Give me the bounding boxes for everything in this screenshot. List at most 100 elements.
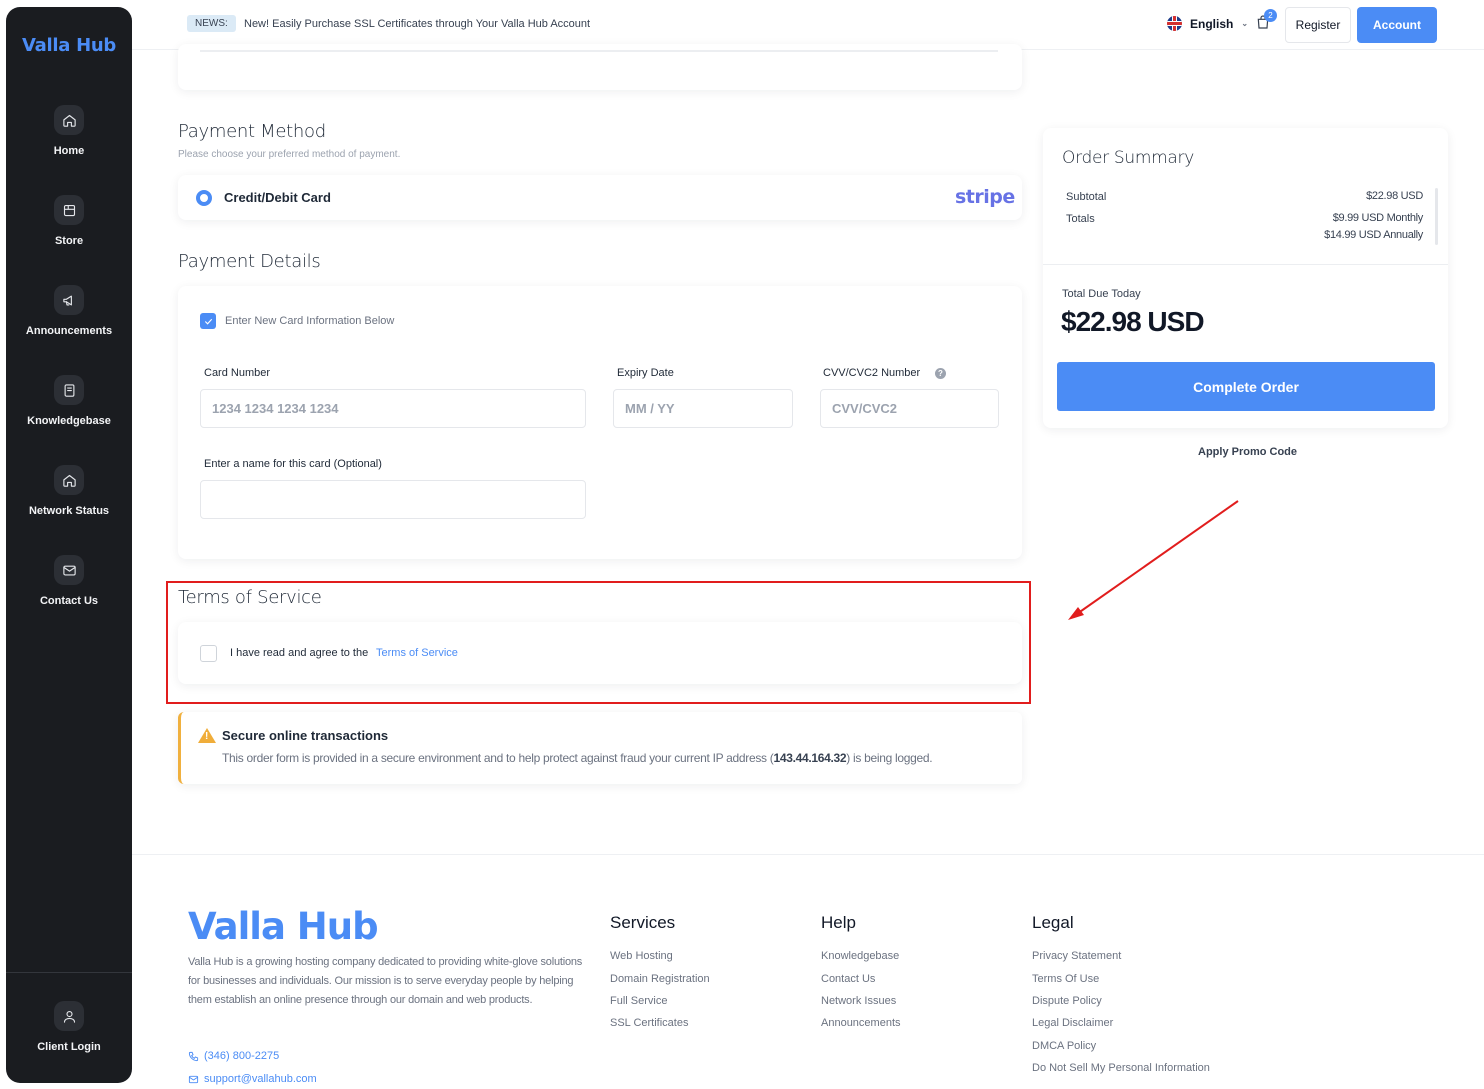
question-mark-icon[interactable]: ? xyxy=(935,368,946,379)
totals-annually-value: $14.99 USD Annually xyxy=(1324,229,1423,241)
secure-text-before: This order form is provided in a secure … xyxy=(222,751,774,765)
cart-button[interactable]: 2 xyxy=(1255,9,1277,34)
warning-icon: ! xyxy=(198,728,216,743)
payment-method-subtitle: Please choose your preferred method of p… xyxy=(178,149,401,160)
secure-text-after: ) is being logged. xyxy=(846,751,933,765)
footer-divider xyxy=(132,854,1484,855)
sidebar-brand-logo[interactable]: Valla Hub xyxy=(6,35,132,56)
footer-description: Valla Hub is a growing hosting company d… xyxy=(188,956,583,1006)
sidebar-item-label: Store xyxy=(54,235,84,247)
payment-option-label: Credit/Debit Card xyxy=(224,190,331,205)
footer-link-web-hosting[interactable]: Web Hosting xyxy=(610,950,673,962)
top-bar: NEWS: New! Easily Purchase SSL Certifica… xyxy=(132,0,1484,50)
chevron-down-icon: ⌄ xyxy=(1241,19,1249,28)
footer-link-legal-disclaimer[interactable]: Legal Disclaimer xyxy=(1032,1017,1113,1029)
language-selector[interactable]: English ⌄ xyxy=(1167,16,1248,31)
secure-title: Secure online transactions xyxy=(222,728,389,743)
highlight-box-annotation xyxy=(166,581,1031,704)
ip-address: 143.44.164.32 xyxy=(773,751,847,765)
cart-count-badge: 2 xyxy=(1264,9,1277,22)
footer-link-knowledgebase[interactable]: Knowledgebase xyxy=(821,950,899,962)
footer-phone-link[interactable]: (346) 800-2275 xyxy=(188,1050,279,1062)
footer-help-title: Help xyxy=(821,913,856,932)
footer-link-contact-us[interactable]: Contact Us xyxy=(821,973,875,985)
sidebar-item-announcements[interactable]: Announcements xyxy=(6,285,132,337)
sidebar-item-knowledgebase[interactable]: Knowledgebase xyxy=(6,375,132,427)
payment-option-card[interactable]: Credit/Debit Card stripe xyxy=(178,175,1022,220)
new-card-checkbox[interactable] xyxy=(200,313,216,329)
sidebar-item-label: Client Login xyxy=(37,1041,101,1053)
secure-transactions-notice: ! Secure online transactions This order … xyxy=(178,712,1022,784)
total-due-value: $22.98 USD xyxy=(1061,306,1205,337)
previous-section-card xyxy=(178,44,1022,90)
expiry-date-label: Expiry Date xyxy=(617,367,674,379)
apply-promo-code-link[interactable]: Apply Promo Code xyxy=(1198,446,1297,458)
stripe-logo: stripe xyxy=(955,186,1015,208)
card-number-input[interactable]: 1234 1234 1234 1234 xyxy=(200,389,586,428)
footer-link-network-issues[interactable]: Network Issues xyxy=(821,995,896,1007)
sidebar-item-label: Knowledgebase xyxy=(27,415,111,427)
home-icon xyxy=(54,465,84,495)
envelope-icon xyxy=(188,1075,199,1083)
subtotal-label: Subtotal xyxy=(1066,191,1107,203)
card-name-label: Enter a name for this card (Optional) xyxy=(204,458,382,470)
footer-link-terms-of-use[interactable]: Terms Of Use xyxy=(1032,973,1099,985)
sidebar-item-label: Announcements xyxy=(25,325,113,337)
card-number-label: Card Number xyxy=(204,367,271,379)
totals-monthly-value: $9.99 USD Monthly xyxy=(1332,212,1424,224)
footer-link-announcements[interactable]: Announcements xyxy=(821,1017,901,1029)
expiry-date-input[interactable]: MM / YY xyxy=(613,389,793,428)
sidebar-item-contact-us[interactable]: Contact Us xyxy=(6,555,132,607)
news-badge: NEWS: xyxy=(187,15,236,32)
footer-email-link[interactable]: support@vallahub.com xyxy=(188,1073,317,1085)
footer-link-domain-registration[interactable]: Domain Registration xyxy=(610,973,710,985)
footer-link-do-not-sell[interactable]: Do Not Sell My Personal Information xyxy=(1032,1062,1210,1074)
footer-phone: (346) 800-2275 xyxy=(204,1050,280,1062)
sidebar-item-label: Contact Us xyxy=(39,595,99,607)
user-icon xyxy=(54,1001,84,1031)
summary-scrollbar[interactable] xyxy=(1435,188,1438,245)
totals-label: Totals xyxy=(1066,213,1095,225)
checkmark-icon xyxy=(204,318,212,325)
book-icon xyxy=(54,375,84,405)
footer-link-dmca-policy[interactable]: DMCA Policy xyxy=(1032,1040,1096,1052)
footer-legal-title: Legal xyxy=(1032,913,1074,932)
secure-text: This order form is provided in a secure … xyxy=(222,751,933,765)
cvv-input[interactable]: CVV/CVC2 xyxy=(820,389,999,428)
sidebar: Valla Hub Home Store Announcements Knowl… xyxy=(6,7,132,1083)
order-summary-title: Order Summary xyxy=(1062,148,1194,168)
total-due-label: Total Due Today xyxy=(1062,288,1141,300)
footer-link-full-service[interactable]: Full Service xyxy=(610,995,667,1007)
payment-details-card: Enter New Card Information Below Card Nu… xyxy=(178,286,1022,559)
card-name-input[interactable] xyxy=(200,480,586,519)
sidebar-item-store[interactable]: Store xyxy=(6,195,132,247)
sidebar-item-label: Home xyxy=(53,145,85,157)
phone-icon xyxy=(188,1051,199,1061)
sidebar-item-label: Network Status xyxy=(28,505,110,517)
sidebar-item-home[interactable]: Home xyxy=(6,105,132,157)
credit-card-radio[interactable] xyxy=(196,190,212,206)
news-ticker-text[interactable]: New! Easily Purchase SSL Certificates th… xyxy=(244,18,590,30)
store-icon xyxy=(54,195,84,225)
envelope-icon xyxy=(54,555,84,585)
register-button[interactable]: Register xyxy=(1285,7,1351,43)
home-icon xyxy=(54,105,84,135)
sidebar-item-client-login[interactable]: Client Login xyxy=(6,1001,132,1053)
sidebar-divider xyxy=(6,972,132,973)
footer-email: support@vallahub.com xyxy=(204,1073,317,1085)
arrow-annotation xyxy=(1068,500,1239,620)
footer-link-dispute-policy[interactable]: Dispute Policy xyxy=(1032,995,1102,1007)
uk-flag-icon xyxy=(1167,16,1182,31)
megaphone-icon xyxy=(54,285,84,315)
subtotal-value: $22.98 USD xyxy=(1366,190,1423,202)
footer-brand-logo[interactable]: Valla Hub xyxy=(188,905,379,948)
new-card-label: Enter New Card Information Below xyxy=(225,315,395,327)
footer-services-title: Services xyxy=(610,913,676,932)
field-bottom-edge xyxy=(200,50,998,52)
footer-link-ssl-certificates[interactable]: SSL Certificates xyxy=(610,1017,688,1029)
complete-order-button[interactable]: Complete Order xyxy=(1057,362,1435,411)
account-button[interactable]: Account xyxy=(1357,7,1437,43)
sidebar-item-network-status[interactable]: Network Status xyxy=(6,465,132,517)
footer-link-privacy-statement[interactable]: Privacy Statement xyxy=(1032,950,1121,962)
cvv-label: CVV/CVC2 Number xyxy=(823,367,921,379)
